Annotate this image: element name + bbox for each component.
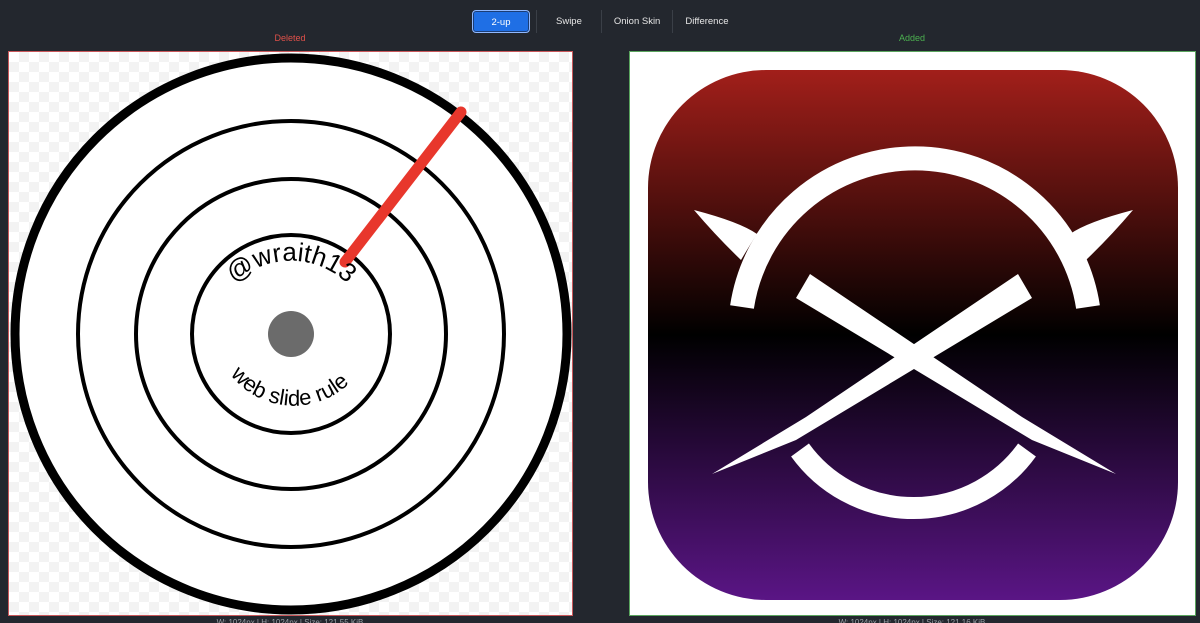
deleted-image-meta: W: 1024px | H: 1024px | Size: 121.55 KiB (216, 618, 364, 623)
added-image-meta: W: 1024px | H: 1024px | Size: 121.16 KiB (838, 618, 986, 623)
tab-swipe[interactable]: Swipe (537, 10, 601, 33)
app-icon-image (648, 70, 1178, 600)
slide-rule-image: @wraith13 web slide rule (10, 53, 572, 615)
deleted-image-frame: @wraith13 web slide rule (8, 51, 573, 616)
tab-onion-skin[interactable]: Onion Skin (602, 10, 672, 33)
added-label: Added (898, 33, 926, 43)
image-diff-viewer: 2-up Swipe Onion Skin Difference Deleted… (0, 0, 1200, 623)
deleted-label: Deleted (274, 33, 306, 43)
center-dot (268, 311, 314, 357)
view-mode-tabs: 2-up Swipe Onion Skin Difference (472, 9, 741, 34)
tab-2-up[interactable]: 2-up (472, 10, 530, 33)
added-image-frame (629, 51, 1196, 616)
tab-difference[interactable]: Difference (673, 10, 740, 33)
